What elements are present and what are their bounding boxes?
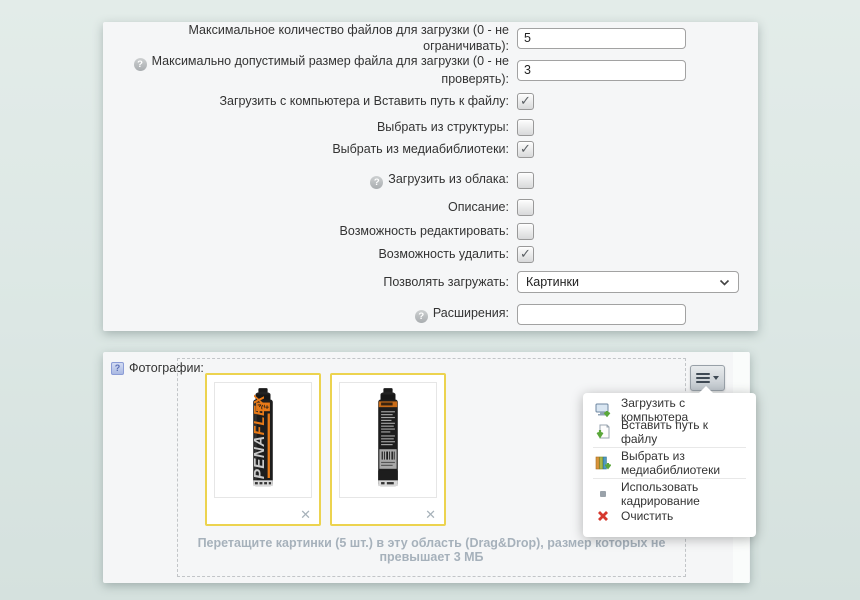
file-download-icon [595,424,611,440]
menu-item-label: Выбрать из медиабиблиотеки [621,449,744,477]
max-files-input[interactable] [517,28,686,49]
check-mark-icon: ✓ [520,94,531,107]
help-icon[interactable]: ? [134,58,147,71]
max-file-size-input[interactable] [517,60,686,81]
spray-can-front-image: 70+ PENAFLEX [234,387,292,493]
allowed-types-select[interactable]: Картинки [517,271,739,293]
menu-item-label: Очистить [621,509,673,523]
chevron-down-icon [719,279,730,286]
page: Максимальное количество файлов для загру… [0,0,860,600]
extensions-label: Расширения: [433,306,509,320]
help-icon[interactable]: ? [415,310,428,323]
form-row-from-structure: Выбрать из структуры: ✓ [103,119,758,135]
check-mark-icon: ✓ [520,247,531,260]
caret-down-icon [713,376,719,380]
form-row-cloud: ? Загрузить из облака: ✓ [103,172,758,188]
form-row-description: Описание: ✓ [103,199,758,215]
upload-settings-panel: Максимальное количество файлов для загру… [103,22,758,331]
menu-item-select-from-media-library[interactable]: Выбрать из медиабиблиотеки [583,452,756,474]
select-from-structure-checkbox[interactable]: ✓ [517,119,534,136]
upload-settings-form: Максимальное количество файлов для загру… [103,22,758,331]
computer-upload-icon [595,402,611,418]
photo-thumbnail[interactable]: ✕ [330,373,446,526]
photos-panel: ? Фотографии: 70+ PENAFLE [103,352,750,583]
max-size-label-text: Максимально допустимый размер файла для … [152,54,509,87]
upload-computer-label: Загрузить с компьютера и Вставить путь к… [219,94,509,108]
menu-item-insert-file-path[interactable]: Вставить путь к файлу [583,421,756,443]
form-row-allowed-types: Позволять загружать: Картинки [103,271,758,293]
media-library-icon [595,455,611,471]
extensions-input[interactable] [517,304,686,325]
hamburger-icon [696,373,710,383]
remove-photo-button[interactable]: ✕ [300,508,311,521]
field-help-icon[interactable]: ? [111,362,124,375]
form-row-allow-edit: Возможность редактировать: ✓ [103,223,758,239]
allow-edit-label: Возможность редактировать: [340,224,509,238]
upload-from-computer-checkbox[interactable]: ✓ [517,93,534,110]
from-structure-label: Выбрать из структуры: [377,120,509,134]
can-brand-flex-text: FLEX [251,394,268,435]
cloud-label: Загрузить из облака: [388,172,509,186]
svg-text:PENAFLEX: PENAFLEX [251,394,268,479]
form-row-extensions: ? Расширения: [103,303,758,325]
can-brand-pena-text: PENA [251,435,268,479]
menu-item-use-cropping[interactable]: Использовать кадрирование [583,483,756,505]
menu-item-label: Использовать кадрирование [621,480,744,508]
menu-separator [593,478,746,479]
allow-delete-checkbox[interactable]: ✓ [517,246,534,263]
media-library-label: Выбрать из медиабиблиотеки: [332,142,509,156]
max-files-label: Максимальное количество файлов для загру… [103,22,509,54]
spray-can-back-image [359,387,417,493]
remove-photo-button[interactable]: ✕ [425,508,436,521]
description-checkbox[interactable]: ✓ [517,199,534,216]
form-row-max-files: Максимальное количество файлов для загру… [103,27,758,49]
crop-square-icon [595,486,611,502]
description-label: Описание: [448,200,509,214]
check-mark-icon: ✓ [520,142,531,155]
menu-item-clear[interactable]: Очистить [583,505,756,527]
max-files-label-text: Максимальное количество файлов для загру… [189,23,510,53]
photos-actions-menu: Загрузить с компьютера Вставить путь к ф… [583,393,756,537]
help-icon[interactable]: ? [370,176,383,189]
max-size-label: ? Максимально допустимый размер файла для… [103,53,509,88]
clear-icon [595,508,611,524]
menu-separator [593,447,746,448]
allow-delete-label: Возможность удалить: [378,247,509,261]
form-row-media-library: Выбрать из медиабиблиотеки: ✓ [103,141,758,157]
photo-thumbnail[interactable]: 70+ PENAFLEX ✕ [205,373,321,526]
photo-image-back [339,382,437,498]
form-row-max-size: ?Максимально допустимый размер файла для… [103,59,758,81]
dropzone-hint-text: Перетащите картинки (5 шт.) в эту област… [178,536,685,564]
allow-edit-checkbox[interactable]: ✓ [517,223,534,240]
form-row-upload-computer: Загрузить с компьютера и Вставить путь к… [103,93,758,109]
select-from-media-library-checkbox[interactable]: ✓ [517,141,534,158]
allowed-types-value: Картинки [526,275,579,289]
upload-from-cloud-checkbox[interactable]: ✓ [517,172,534,189]
form-row-allow-delete: Возможность удалить: ✓ [103,246,758,262]
photo-image-front: 70+ PENAFLEX [214,382,312,498]
menu-item-label: Вставить путь к файлу [621,418,744,446]
allowed-types-label: Позволять загружать: [383,275,509,289]
